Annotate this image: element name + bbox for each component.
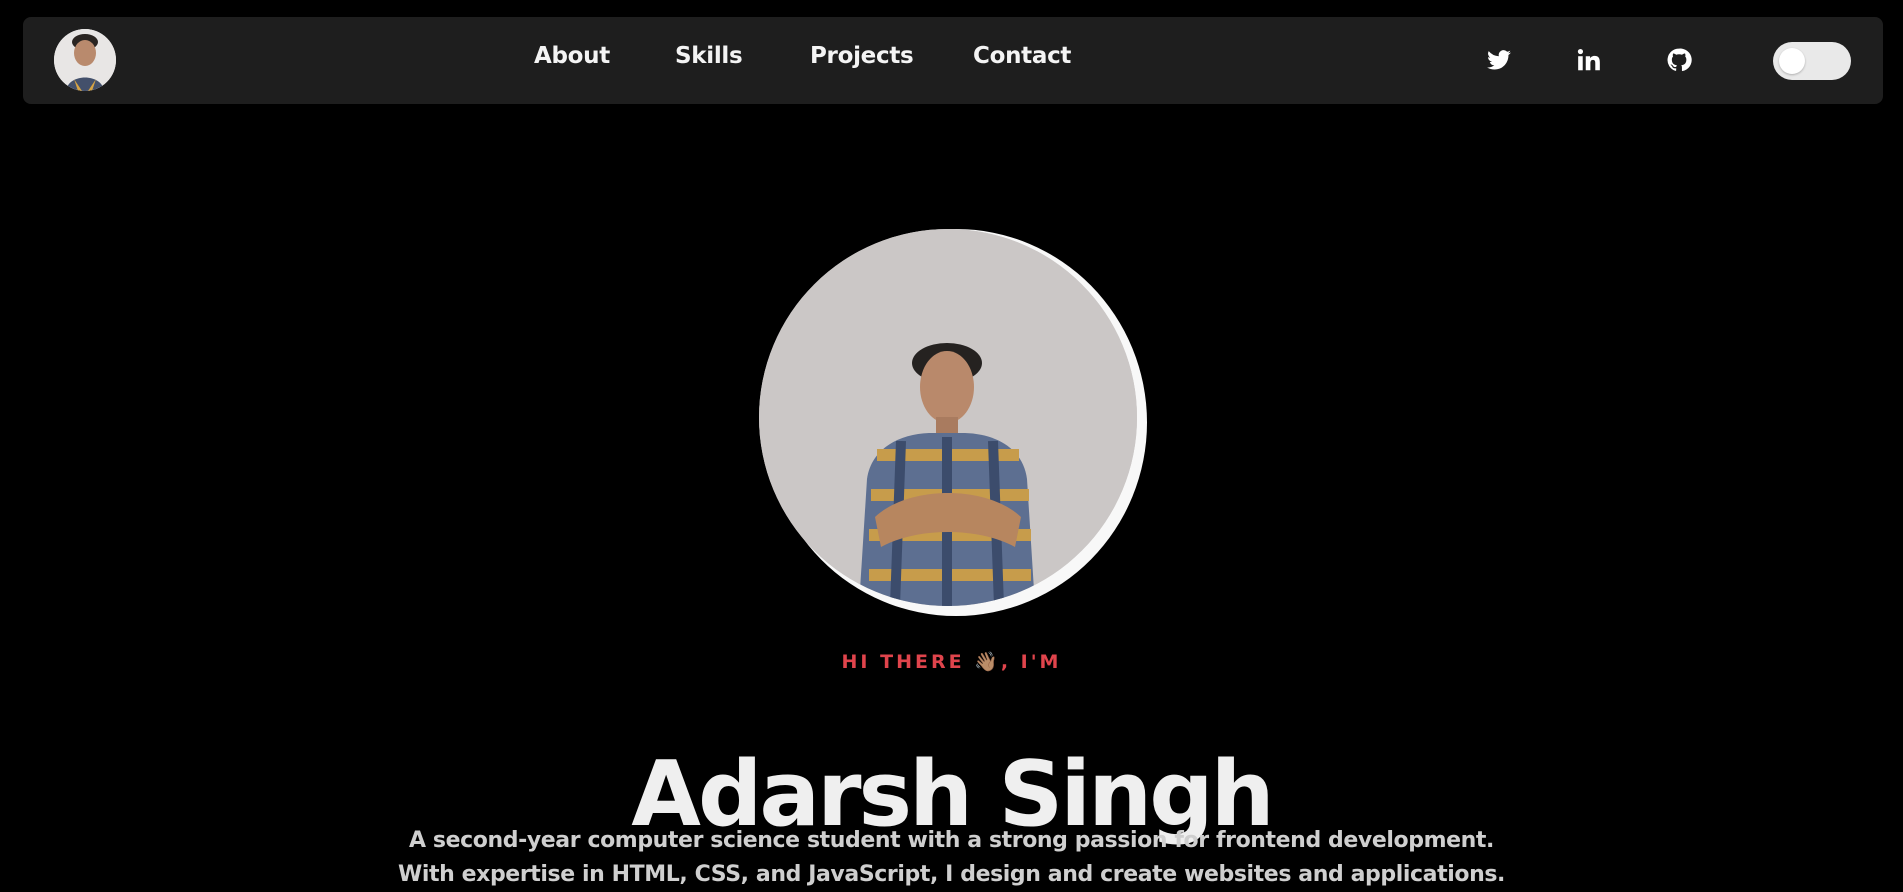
hero-greeting: HI THERE 👋🏽, I'M <box>841 651 1062 673</box>
theme-toggle[interactable] <box>1773 42 1851 80</box>
nav-link-about[interactable]: About <box>534 43 610 69</box>
navbar: About Skills Projects Contact <box>23 17 1883 104</box>
profile-photo-image <box>759 229 1137 606</box>
hero-photo-frame <box>756 227 1147 617</box>
twitter-icon[interactable] <box>1486 47 1512 73</box>
hero-description-line-1: A second-year computer science student w… <box>409 828 1494 853</box>
nav-link-skills[interactable]: Skills <box>675 43 743 69</box>
nav-link-contact[interactable]: Contact <box>973 43 1071 69</box>
nav-links: About Skills Projects Contact <box>23 17 1883 104</box>
hero-description-line-2: With expertise in HTML, CSS, and JavaScr… <box>398 862 1505 887</box>
nav-link-projects[interactable]: Projects <box>810 43 914 69</box>
theme-toggle-knob <box>1779 48 1805 74</box>
linkedin-icon[interactable] <box>1576 47 1602 73</box>
hero-description: A second-year computer science student w… <box>0 824 1903 892</box>
github-icon[interactable] <box>1666 47 1692 73</box>
hero-photo <box>759 229 1137 606</box>
